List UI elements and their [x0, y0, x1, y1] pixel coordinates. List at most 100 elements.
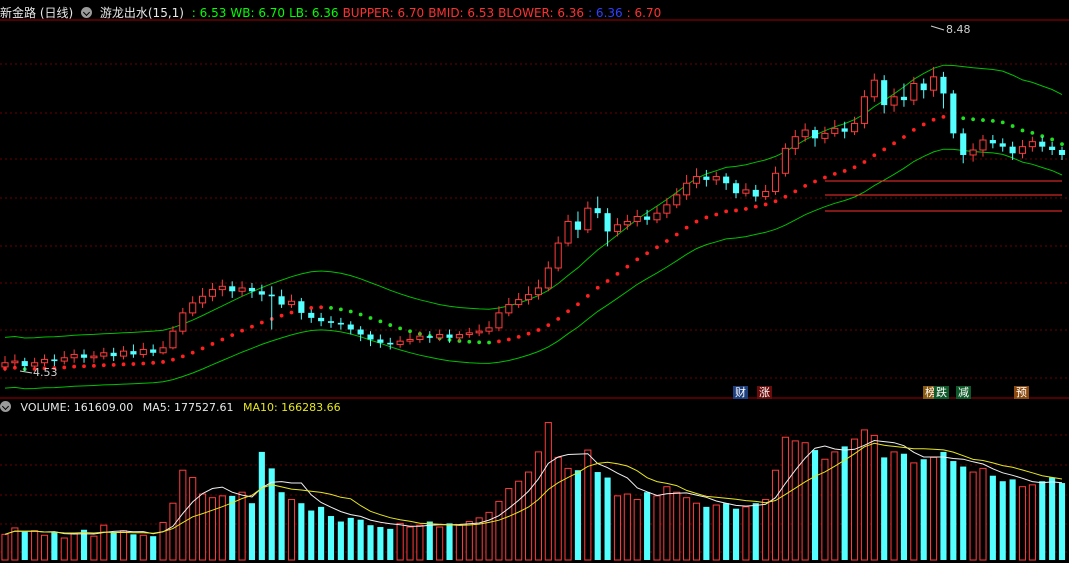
volume-bar [554, 456, 562, 561]
volume-bar [455, 524, 463, 561]
mid-dot [566, 309, 570, 314]
candle-body [881, 80, 888, 106]
candle-body [564, 220, 572, 244]
volume-bar [416, 524, 424, 561]
mid-dot [487, 340, 491, 345]
mid-dot [941, 115, 946, 119]
mid-dot [803, 183, 808, 188]
candle-body [604, 213, 611, 232]
volume-bar [110, 532, 117, 560]
volume-bar [524, 471, 533, 561]
indicator-value-1: WB: 6.70 [230, 6, 286, 20]
mid-dot [704, 215, 709, 220]
volume-bar [723, 503, 730, 560]
mid-dot [664, 239, 669, 243]
volume-bar [574, 470, 582, 560]
event-badge-0[interactable]: 财 [733, 386, 748, 399]
volume-bar [150, 536, 157, 560]
candle-body [367, 334, 374, 340]
volume-bar [960, 466, 967, 560]
mid-dot [921, 122, 926, 127]
candle-body [416, 335, 424, 340]
mid-dot [743, 207, 748, 211]
volume-bar [446, 523, 453, 560]
mid-dot [259, 320, 264, 325]
mid-dot [309, 306, 314, 310]
indicator-value-5: BLOWER: 6.36 [498, 6, 585, 20]
indicator-values: : 6.53 WB: 6.70 LB: 6.36 BUPPER: 6.70 BMID: … [192, 6, 665, 20]
mid-dot [892, 141, 896, 146]
volume-bar [989, 475, 996, 560]
candle-body [485, 327, 493, 332]
mid-dot [615, 271, 620, 276]
mid-dot [111, 363, 116, 367]
volume-bar [159, 521, 167, 561]
candle-body [40, 358, 49, 364]
indicator-name[interactable]: 游龙出水(15,1) [100, 6, 184, 20]
volume-bar [387, 528, 394, 560]
volume-bar [712, 504, 720, 561]
volume-bar [821, 458, 829, 561]
volume-bar [60, 537, 68, 561]
candle-body [150, 349, 157, 353]
candle-body [90, 355, 98, 359]
volume-bar [396, 522, 404, 561]
mid-dot [842, 169, 847, 173]
volume-bar [337, 521, 344, 560]
mid-dot [368, 316, 373, 320]
candle-body [268, 294, 275, 297]
volume-bar [287, 499, 296, 561]
volume-bar [327, 516, 335, 560]
volume-bar [298, 503, 305, 560]
candle-body [199, 295, 207, 304]
volume-bar [515, 480, 523, 561]
candle-body [475, 330, 483, 334]
candle-body [465, 332, 473, 335]
candle-body [544, 267, 552, 289]
mid-dot [813, 179, 817, 184]
volume-bar [742, 506, 750, 561]
volume-bar [426, 521, 433, 560]
mid-dot [190, 350, 195, 355]
mid-dot [477, 340, 482, 345]
mid-dot [625, 264, 630, 269]
volume-menu-icon[interactable] [0, 401, 11, 412]
mid-dot [852, 165, 857, 170]
volume-bar [229, 495, 236, 560]
indicator-menu-icon[interactable] [81, 7, 93, 18]
candle-body [238, 287, 246, 292]
candle-body [969, 149, 977, 156]
volume-bar [367, 525, 374, 560]
volume-bar [841, 446, 848, 560]
mid-dot [289, 310, 294, 315]
candle-body [554, 242, 562, 269]
mid-dot [753, 204, 758, 209]
candle-body [169, 330, 177, 349]
mid-dot [714, 212, 719, 217]
candle-body [229, 286, 236, 292]
mid-dot [981, 118, 985, 122]
event-badge-4[interactable]: 减 [956, 386, 971, 399]
volume-bar [377, 527, 384, 560]
volume-bar [969, 471, 977, 561]
candle-body [426, 336, 433, 338]
mid-dot [674, 232, 679, 237]
mid-dot [151, 360, 156, 365]
mid-dot [655, 245, 659, 250]
mid-dot [605, 279, 610, 283]
volume-bar [436, 526, 444, 561]
candle-body [781, 147, 789, 174]
volume-bar [406, 526, 414, 561]
candle-body [446, 334, 453, 338]
volume-bar [673, 491, 681, 561]
event-badge-5[interactable]: 预 [1014, 386, 1029, 399]
event-badge-3[interactable]: 跌 [934, 386, 949, 399]
event-badge-1[interactable]: 涨 [757, 386, 772, 399]
mid-dot [536, 328, 541, 332]
candle-body [653, 212, 661, 221]
indicator-value-0: : 6.53 [191, 6, 227, 20]
mid-dot [388, 323, 393, 327]
volume-bar [308, 510, 315, 560]
ma10-value: MA10: 166283.66 [242, 401, 341, 414]
volume-bar [11, 527, 19, 561]
